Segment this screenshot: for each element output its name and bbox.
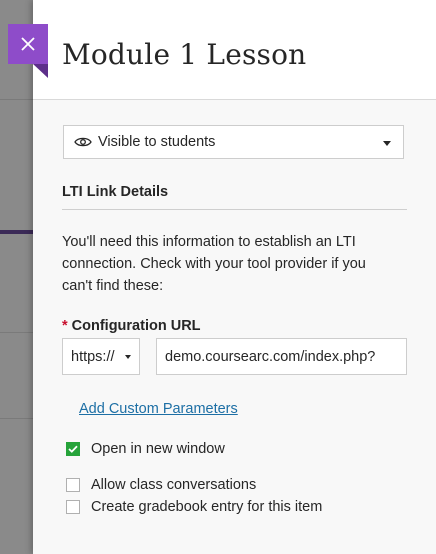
description-line: can't find these: [62, 278, 164, 294]
required-marker: * [62, 318, 68, 334]
page-title: Module 1 Lesson [62, 38, 307, 71]
protocol-select[interactable]: https:// [62, 338, 140, 375]
description-line: You'll need this information to establis… [62, 234, 356, 250]
close-button-fold [33, 64, 48, 78]
option-label: Open in new window [91, 441, 225, 457]
configuration-url-label: * Configuration URL [62, 318, 201, 334]
allow-class-conversations-option[interactable]: Allow class conversations [66, 477, 256, 493]
visibility-value: Visible to students [98, 134, 216, 150]
create-gradebook-entry-checkbox[interactable] [66, 500, 80, 514]
lti-description: You'll need this information to establis… [62, 231, 392, 297]
background-divider [0, 418, 33, 419]
lti-section-heading: LTI Link Details [62, 184, 169, 200]
chevron-down-icon [125, 355, 131, 359]
panel-header: Module 1 Lesson [33, 0, 436, 100]
section-divider [62, 209, 407, 210]
eye-icon [74, 137, 92, 147]
configuration-url-label-text: Configuration URL [71, 318, 201, 334]
protocol-value: https:// [71, 348, 115, 365]
background-divider [0, 99, 33, 100]
open-in-new-window-option[interactable]: Open in new window [66, 441, 225, 457]
background-page [0, 0, 33, 554]
close-icon [21, 37, 35, 51]
allow-class-conversations-checkbox[interactable] [66, 478, 80, 492]
checkmark-icon [68, 445, 78, 453]
create-gradebook-entry-option[interactable]: Create gradebook entry for this item [66, 499, 322, 515]
configuration-url-input[interactable] [156, 338, 407, 375]
background-divider [0, 332, 33, 333]
chevron-down-icon [383, 141, 391, 146]
visibility-dropdown[interactable]: Visible to students [63, 125, 404, 159]
description-line: connection. Check with your tool provide… [62, 256, 366, 272]
add-custom-parameters-link[interactable]: Add Custom Parameters [79, 401, 238, 417]
background-accent-bar [0, 230, 33, 234]
option-label: Create gradebook entry for this item [91, 499, 323, 515]
open-in-new-window-checkbox[interactable] [66, 442, 80, 456]
option-label: Allow class conversations [91, 477, 257, 493]
close-button[interactable] [8, 24, 48, 64]
item-settings-panel: Module 1 Lesson Visible to students LTI … [33, 0, 436, 554]
